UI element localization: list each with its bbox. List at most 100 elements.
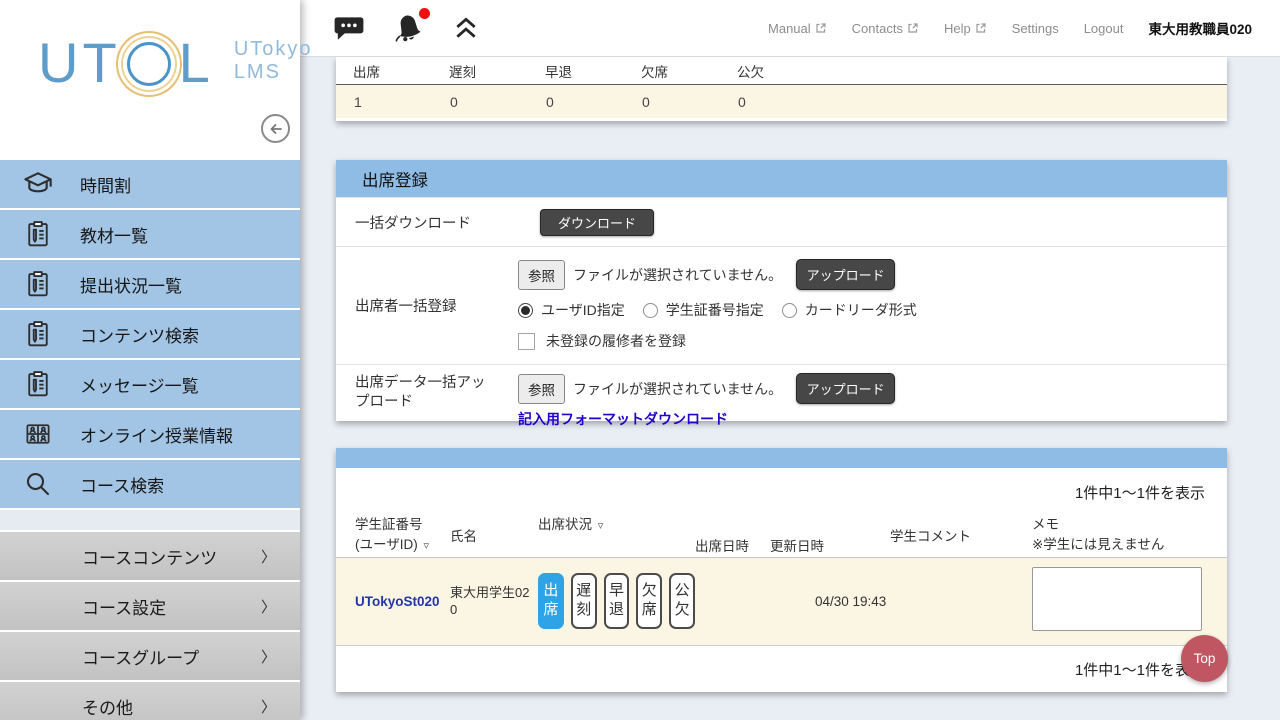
sidebar-item-timetable[interactable]: 時間割 — [0, 160, 300, 208]
radio-option-student-card[interactable]: 学生証番号指定 — [643, 300, 764, 320]
status-button-excused[interactable]: 公欠 — [669, 573, 695, 629]
student-id-link[interactable]: UTokyoSt020 — [355, 594, 450, 609]
header-attend-date: 出席日時 — [695, 537, 770, 557]
summary-header-present: 出席 — [336, 61, 432, 81]
chevron-right-icon: 〉 — [261, 696, 276, 717]
notification-badge — [419, 8, 430, 19]
checkbox-icon[interactable] — [518, 333, 535, 350]
student-row: UTokyoSt020 東大用学生020 出席 遅刻 早退 欠席 公欠 04/3… — [336, 558, 1227, 646]
radio-label: 学生証番号指定 — [666, 300, 764, 320]
radio-unselected-icon[interactable] — [782, 303, 797, 318]
header-status[interactable]: 出席状況 ▿ — [538, 515, 695, 557]
contacts-link[interactable]: Contacts — [852, 21, 919, 36]
summary-header-late: 遅刻 — [432, 61, 528, 81]
radio-option-user-id[interactable]: ユーザID指定 — [518, 300, 625, 320]
logo-subtitle: UTokyo LMS — [234, 38, 313, 84]
sidebar-item-content-search[interactable]: コンテンツ検索 — [0, 310, 300, 358]
sidebar-item-course-group[interactable]: コースグループ 〉 — [0, 632, 300, 680]
sidebar-item-course-search[interactable]: コース検索 — [0, 460, 300, 508]
logo-u-t: UT — [38, 38, 121, 88]
bulk-register-content: 参照 ファイルが選択されていません。 アップロード ユーザID指定 学生証番号指… — [518, 259, 935, 351]
bulk-register-row: 出席者一括登録 参照 ファイルが選択されていません。 アップロード ユーザID指… — [336, 246, 1227, 364]
section-title: 出席登録 — [336, 160, 1227, 197]
logo-o-ring — [127, 42, 171, 86]
radio-selected-icon[interactable] — [518, 303, 533, 318]
sidebar-item-label: コンテンツ検索 — [80, 322, 199, 347]
help-link-label: Help — [944, 21, 971, 36]
logo-letters: UT L — [38, 38, 214, 88]
clipboard-icon — [21, 317, 55, 351]
result-count: 1件中1〜1件を表示 — [336, 468, 1227, 503]
bulk-download-label: 一括ダウンロード — [336, 212, 518, 233]
chevron-right-icon: 〉 — [261, 546, 276, 567]
external-link-icon — [815, 22, 827, 34]
memo-textarea[interactable] — [1032, 567, 1202, 631]
bulk-download-row: 一括ダウンロード ダウンロード — [336, 197, 1227, 246]
summary-value-late: 0 — [432, 94, 528, 110]
message-icon[interactable] — [333, 13, 365, 43]
help-link[interactable]: Help — [944, 21, 987, 36]
header-update-date: 更新日時 — [770, 537, 890, 557]
sidebar-item-label: 教材一覧 — [80, 222, 148, 247]
format-download-link[interactable]: 記入用フォーマットダウンロード — [518, 409, 895, 429]
topbar: Manual Contacts Help Settings Logout — [300, 0, 1280, 57]
notification-bell-icon[interactable] — [392, 11, 426, 45]
settings-link[interactable]: Settings — [1012, 21, 1059, 36]
clipboard-icon — [21, 267, 55, 301]
browse-button[interactable]: 参照 — [518, 260, 565, 290]
sidebar-item-course-contents[interactable]: コースコンテンツ 〉 — [0, 532, 300, 580]
bulk-upload-row: 出席データ一括アップロード 参照 ファイルが選択されていません。 アップロード … — [336, 364, 1227, 421]
collapse-up-icon[interactable] — [453, 16, 479, 40]
summary-value-excused: 0 — [720, 94, 816, 110]
radio-label: カードリーダ形式 — [805, 300, 917, 320]
summary-header-excused: 公欠 — [720, 61, 816, 81]
sidebar-item-label: コース設定 — [82, 594, 166, 619]
current-username: 東大用教職員020 — [1148, 18, 1252, 38]
browse-button[interactable]: 参照 — [518, 374, 565, 404]
radio-unselected-icon[interactable] — [643, 303, 658, 318]
external-link-icon — [975, 22, 987, 34]
sidebar-item-label: メッセージ一覧 — [80, 372, 199, 397]
bulk-register-label: 出席者一括登録 — [336, 259, 518, 351]
manual-link[interactable]: Manual — [768, 21, 827, 36]
header-student-id[interactable]: 学生証番号 (ユーザID) ▿ — [355, 515, 450, 557]
upload-button[interactable]: アップロード — [796, 259, 895, 290]
upload-button[interactable]: アップロード — [796, 373, 895, 404]
sidebar-item-label: 時間割 — [80, 172, 131, 197]
radio-option-card-reader[interactable]: カードリーダ形式 — [782, 300, 917, 320]
sidebar-item-label: コースコンテンツ — [82, 544, 217, 569]
logo-subtitle-line1: UTokyo — [234, 38, 313, 61]
topbar-links: Manual Contacts Help Settings Logout — [768, 18, 1280, 38]
summary-value-present: 1 — [336, 94, 432, 110]
status-button-present[interactable]: 出席 — [538, 573, 564, 629]
checkbox-label: 未登録の履修者を登録 — [546, 331, 686, 351]
sidebar-item-course-settings[interactable]: コース設定 〉 — [0, 582, 300, 630]
utol-logo: UT L UTokyo LMS — [38, 38, 313, 88]
settings-link-label: Settings — [1012, 21, 1059, 36]
status-button-absent[interactable]: 欠席 — [636, 573, 662, 629]
scroll-to-top-button[interactable]: Top — [1181, 635, 1228, 682]
sidebar-item-submission-status[interactable]: 提出状況一覧 — [0, 260, 300, 308]
manual-link-label: Manual — [768, 21, 811, 36]
sidebar-item-online-class-info[interactable]: オンライン授業情報 — [0, 410, 300, 458]
bulk-upload-content: 参照 ファイルが選択されていません。 アップロード 記入用フォーマットダウンロー… — [518, 365, 895, 421]
radio-label: ユーザID指定 — [541, 300, 625, 320]
sidebar-item-others[interactable]: その他 〉 — [0, 682, 300, 720]
people-grid-icon — [21, 417, 55, 451]
logout-link[interactable]: Logout — [1084, 21, 1124, 36]
header-student-comment: 学生コメント — [890, 527, 1032, 557]
status-button-late[interactable]: 遅刻 — [571, 573, 597, 629]
sidebar: UT L UTokyo LMS 時間割 — [0, 0, 300, 720]
sidebar-item-materials[interactable]: 教材一覧 — [0, 210, 300, 258]
download-button[interactable]: ダウンロード — [540, 209, 654, 236]
contacts-link-label: Contacts — [852, 21, 903, 36]
sidebar-item-label: オンライン授業情報 — [80, 422, 233, 447]
id-type-radio-group: ユーザID指定 学生証番号指定 カードリーダ形式 — [518, 300, 935, 320]
sidebar-collapse-button[interactable] — [261, 114, 290, 143]
sidebar-divider — [0, 510, 300, 530]
logout-link-label: Logout — [1084, 21, 1124, 36]
magnifier-icon — [21, 467, 55, 501]
status-button-early-leave[interactable]: 早退 — [604, 573, 630, 629]
chevron-right-icon: 〉 — [261, 646, 276, 667]
sidebar-item-messages[interactable]: メッセージ一覧 — [0, 360, 300, 408]
